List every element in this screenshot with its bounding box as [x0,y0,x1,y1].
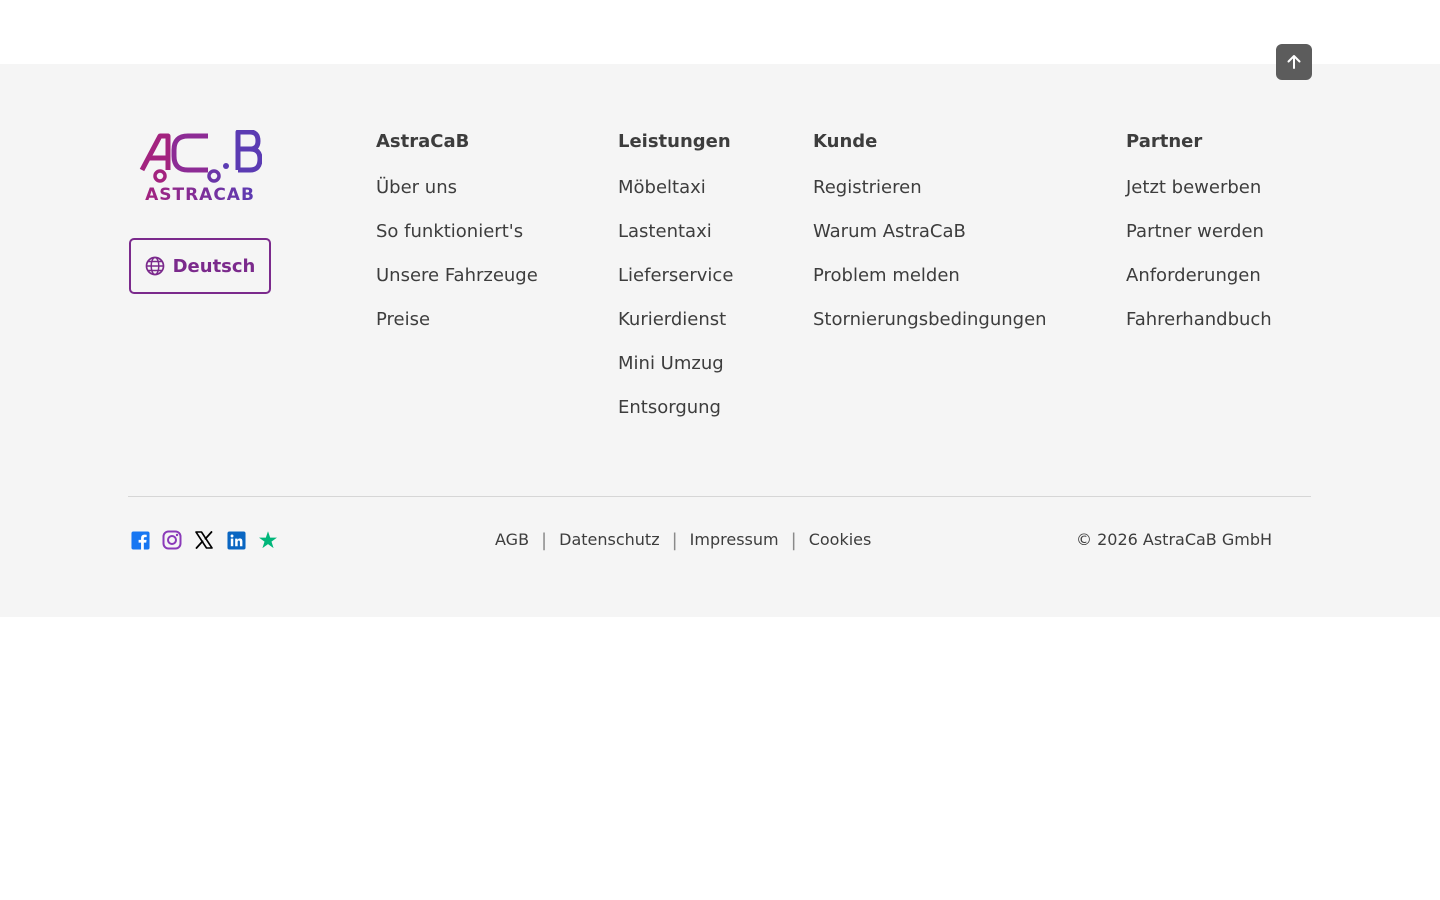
footer-link-problem-melden[interactable]: Problem melden [813,264,960,288]
x-icon[interactable] [194,530,214,550]
footer-link-lieferservice[interactable]: Lieferservice [618,264,733,288]
footer-column-kunde: Kunde Registrieren Warum AstraCaB Proble… [813,128,1047,352]
footer-column-astracab: AstraCaB Über uns So funktioniert's Unse… [376,128,538,352]
trustpilot-star-icon[interactable] [258,530,278,550]
legal-separator: | [671,529,678,551]
footer-link-stornierungsbedingungen[interactable]: Stornierungsbedingungen [813,308,1047,332]
footer-link-lastentaxi[interactable]: Lastentaxi [618,220,712,244]
instagram-icon[interactable] [162,530,182,550]
legal-link-impressum[interactable]: Impressum [690,529,779,551]
footer-link-warum-astracab[interactable]: Warum AstraCaB [813,220,966,244]
column-heading: Leistungen [618,131,731,152]
social-links [130,530,278,550]
svg-text:ASTRACAB: ASTRACAB [145,185,255,202]
footer-divider [128,496,1311,497]
astracab-logo[interactable]: ASTRACAB [138,129,263,205]
globe-icon [145,256,164,276]
footer-link-partner-werden[interactable]: Partner werden [1126,220,1264,244]
legal-link-datenschutz[interactable]: Datenschutz [559,529,659,551]
footer-link-entsorgung[interactable]: Entsorgung [618,396,721,420]
column-heading: Kunde [813,131,878,152]
footer-column-leistungen: Leistungen Möbeltaxi Lastentaxi Lieferse… [618,128,733,440]
footer-link-mini-umzug[interactable]: Mini Umzug [618,352,724,376]
arrow-up-icon [1287,55,1301,69]
footer-link-jetzt-bewerben[interactable]: Jetzt bewerben [1126,176,1261,200]
footer-link-ueber-uns[interactable]: Über uns [376,176,457,200]
facebook-icon[interactable] [130,530,150,550]
legal-separator: | [541,529,548,551]
legal-links: AGB | Datenschutz | Impressum | Cookies [495,529,871,551]
column-heading: Partner [1126,131,1203,152]
footer-link-anforderungen[interactable]: Anforderungen [1126,264,1261,288]
logo-graphic: ASTRACAB [139,129,263,205]
copyright-text: © 2026 AstraCaB GmbH [1076,530,1273,549]
language-label: Deutsch [172,255,256,277]
footer-link-preise[interactable]: Preise [376,308,430,332]
footer-link-kurierdienst[interactable]: Kurierdienst [618,308,726,332]
legal-link-cookies[interactable]: Cookies [809,529,872,551]
footer-link-so-funktionierts[interactable]: So funktioniert's [376,220,523,244]
footer-column-partner: Partner Jetzt bewerben Partner werden An… [1126,128,1272,352]
footer-link-registrieren[interactable]: Registrieren [813,176,922,200]
footer-link-fahrerhandbuch[interactable]: Fahrerhandbuch [1126,308,1272,332]
scroll-to-top-button[interactable] [1276,44,1312,80]
legal-separator: | [790,529,797,551]
language-selector-button[interactable]: Deutsch [129,238,271,294]
footer-link-unsere-fahrzeuge[interactable]: Unsere Fahrzeuge [376,264,538,288]
footer-link-moebeltaxi[interactable]: Möbeltaxi [618,176,706,200]
column-heading: AstraCaB [376,131,470,152]
legal-link-agb[interactable]: AGB [495,529,529,551]
linkedin-icon[interactable] [226,530,246,550]
